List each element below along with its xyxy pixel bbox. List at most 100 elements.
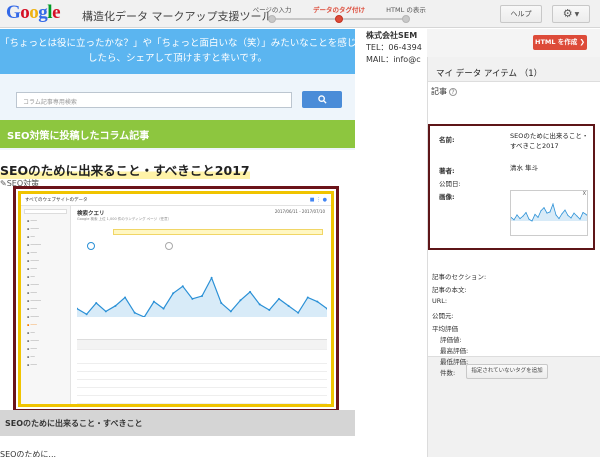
chart-point xyxy=(239,299,242,302)
field-label-worst-rating: 最低評価: xyxy=(440,358,469,366)
right-area: 株式会社SEM TEL：06-4394 MAIL：info@c HTML を作成… xyxy=(355,29,600,457)
step-tag-data[interactable]: データのタグ付け xyxy=(304,4,374,23)
chart-point xyxy=(277,297,280,300)
page-preview[interactable]: 「ちょっとは役に立ったかな？」や「ちょっと面白いな（笑）」みたいなことを感じられ… xyxy=(0,29,355,457)
field-label-rating: 平均評価 xyxy=(432,325,458,333)
selected-fields-box: 名前: SEOのために出来ること・すべきこと2017 著者: 清水 隼斗 公開日… xyxy=(428,124,595,250)
field-value-image[interactable]: X xyxy=(510,190,588,236)
chart-point xyxy=(555,214,557,216)
chart-point xyxy=(522,215,524,217)
chart-point xyxy=(306,296,309,299)
step-dot-active xyxy=(335,15,343,23)
create-html-button[interactable]: HTML を作成 ❯ xyxy=(533,35,587,50)
post-title[interactable]: SEOのために出来ること・すべきこと2017 xyxy=(0,160,250,179)
chart-point xyxy=(582,212,584,213)
chart-point xyxy=(561,213,563,215)
chart-point xyxy=(537,216,539,218)
column-search-input[interactable]: コラム記事専用検索 xyxy=(16,92,292,108)
chart-point xyxy=(258,303,261,306)
chart-point xyxy=(268,309,271,312)
ga-brand: すべてのウェブサイトのデータ xyxy=(25,198,88,203)
chart-point xyxy=(534,213,536,215)
chart-point xyxy=(546,212,548,214)
help-button[interactable]: ヘルプ xyxy=(500,5,542,23)
field-label-publisher: 公開元: xyxy=(432,312,454,320)
field-label-published: 公開日: xyxy=(439,180,461,188)
help-icon[interactable]: ? xyxy=(449,88,457,96)
add-unspecified-tag-button[interactable]: 指定されていないタグを追加 xyxy=(466,364,548,379)
field-label-body: 記事の本文: xyxy=(432,286,467,294)
chart-point xyxy=(124,296,127,299)
chart-point xyxy=(95,302,98,305)
field-label-section: 記事のセクション: xyxy=(432,273,487,281)
chart-point xyxy=(297,311,300,314)
panel-title: マイ データ アイテム （1） xyxy=(436,69,543,79)
section-heading: SEO対策に投稿したコラム記事 xyxy=(0,120,355,148)
chart-point xyxy=(564,209,566,211)
app-header: Google 構造化データ マークアップ支援ツール ページの入力 データのタグ付… xyxy=(0,0,600,28)
magnifier-icon xyxy=(317,95,327,104)
gear-icon: ⚙ xyxy=(562,7,573,20)
chart-point xyxy=(552,203,554,205)
ga-main: 検索クエリ Google 検索 上位 1,000 件のランディング ページ（任意… xyxy=(73,207,329,404)
remove-icon[interactable]: X xyxy=(583,191,586,197)
chart-point xyxy=(220,302,223,305)
chart-point xyxy=(104,310,107,313)
chart-point xyxy=(516,214,518,216)
chart-point xyxy=(573,212,575,214)
field-label-count: 件数: xyxy=(440,369,456,377)
next-section-heading: SEOのために出来ること・すべきこと xyxy=(0,410,355,436)
company-info: 株式会社SEM TEL：06-4394 MAIL：info@c xyxy=(366,31,422,64)
google-logo: Google xyxy=(6,2,60,23)
chart-point xyxy=(85,313,88,316)
chart-point xyxy=(519,218,521,220)
tagged-image-highlight[interactable]: すべてのウェブサイトのデータ ■ ⋮ ● ▪ ─── ▪ ──── ▪ ── ▪ ──… xyxy=(13,186,339,412)
step-view-html[interactable]: HTML の表示 xyxy=(371,4,441,23)
chart-area xyxy=(77,277,327,317)
chart-point xyxy=(543,207,545,209)
chart-point xyxy=(162,307,165,310)
chart-point xyxy=(576,215,578,217)
chart-point xyxy=(229,310,232,313)
chart-point xyxy=(172,292,175,295)
chart-point xyxy=(525,212,527,213)
item-type-label: 記事? xyxy=(431,86,457,97)
chevron-down-icon: ▼ xyxy=(574,11,580,18)
chart-point xyxy=(528,218,530,220)
share-banner: 「ちょっとは役に立ったかな？」や「ちょっと面白いな（笑）」みたいなことを感じられ… xyxy=(0,29,355,74)
chart-point xyxy=(249,290,252,293)
field-label-url: URL: xyxy=(432,297,448,305)
search-button[interactable] xyxy=(302,91,342,108)
chart-point xyxy=(585,213,587,215)
field-label-rating-value: 評価値: xyxy=(440,336,462,344)
chart-point xyxy=(570,217,572,219)
step-dot xyxy=(402,15,410,23)
chart-point xyxy=(152,300,155,303)
field-label-name: 名前: xyxy=(439,136,455,144)
field-label-best-rating: 最高評価: xyxy=(440,347,469,355)
step-dot xyxy=(268,15,276,23)
step-input-page[interactable]: ページの入力 xyxy=(237,4,307,23)
chart-point xyxy=(567,215,569,217)
item-card: 記事? 名前: SEOのために出来ること・すべきこと2017 著者: 清水 隼斗… xyxy=(428,81,600,377)
ga-toolbar-icons: ■ ⋮ ● xyxy=(309,197,327,203)
chart-point xyxy=(191,297,194,300)
chart-point xyxy=(287,304,290,307)
post-thumbnail[interactable]: すべてのウェブサイトのデータ ■ ⋮ ● ▪ ─── ▪ ──── ▪ ── ▪ ──… xyxy=(18,191,334,407)
ga-table xyxy=(77,339,327,404)
field-value-name[interactable]: SEOのために出来ること・すべきこと2017 xyxy=(510,131,592,151)
field-value-author[interactable]: 清水 隼斗 xyxy=(510,163,538,173)
chart-point xyxy=(513,219,515,221)
chart-point xyxy=(181,285,184,288)
chart-point xyxy=(114,304,117,307)
chart-point xyxy=(558,218,560,220)
next-post-link[interactable]: SEOのために... xyxy=(0,449,56,457)
field-label-image: 画像: xyxy=(439,193,455,201)
pencil-icon: ✎ xyxy=(0,179,7,188)
settings-button[interactable]: ⚙ ▼ xyxy=(552,5,590,23)
data-items-panel: マイ データ アイテム （1） 記事? 名前: SEOのために出来ること・すべき… xyxy=(427,57,600,457)
progress-steps: ページの入力 データのタグ付け HTML の表示 xyxy=(244,0,434,28)
chart-point xyxy=(210,276,213,279)
chart-point xyxy=(133,311,136,314)
chart-point xyxy=(316,300,319,303)
